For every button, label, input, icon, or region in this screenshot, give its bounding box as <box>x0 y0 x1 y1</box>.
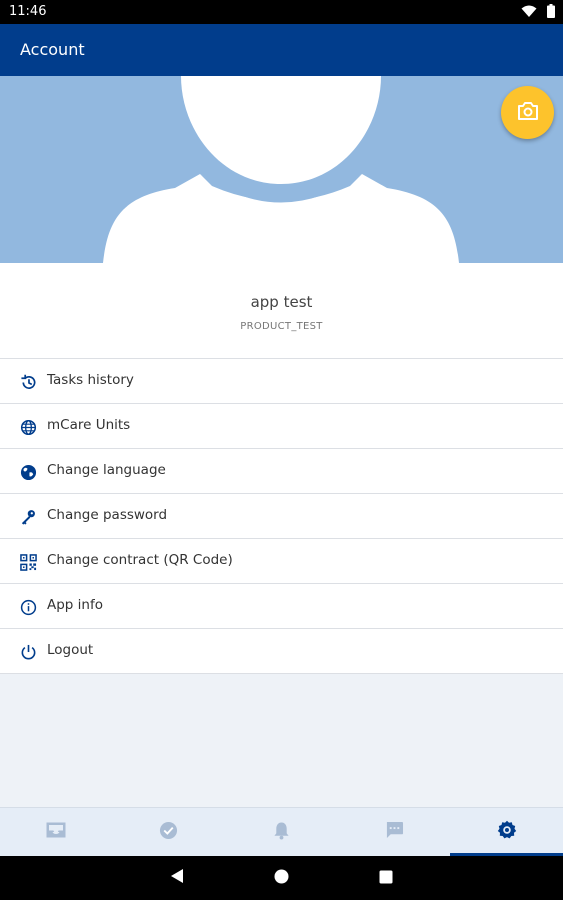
bell-icon <box>273 821 290 844</box>
tab-notifications[interactable] <box>225 808 338 856</box>
camera-icon <box>517 101 539 124</box>
change-photo-button[interactable] <box>501 86 554 139</box>
status-bar: 11:46 <box>0 0 563 24</box>
chat-icon <box>385 821 404 843</box>
recents-icon[interactable] <box>379 869 393 888</box>
menu-item-label: Logout <box>47 642 94 658</box>
menu-item-change-language[interactable]: Change language <box>0 449 563 494</box>
qr-code-icon <box>19 553 37 571</box>
inbox-icon <box>46 822 66 842</box>
menu-item-label: Change language <box>47 462 166 478</box>
user-company: PRODUCT_TEST <box>240 321 323 332</box>
menu-item-label: mCare Units <box>47 417 131 433</box>
power-icon <box>19 643 37 661</box>
menu-item-label: Change contract (QR Code) <box>47 552 233 568</box>
check-circle-icon <box>159 821 178 844</box>
app-bar: Account <box>0 24 563 76</box>
menu-item-tasks-history[interactable]: Tasks history <box>0 359 563 404</box>
menu-item-logout[interactable]: Logout <box>0 629 563 674</box>
settings-menu: Tasks history mCare Units Change languag… <box>0 358 563 674</box>
info-icon <box>19 598 37 616</box>
settings-icon <box>497 820 517 844</box>
tab-messages[interactable] <box>338 808 451 856</box>
menu-item-label: Tasks history <box>47 372 134 388</box>
key-icon <box>19 508 37 526</box>
user-name: app test <box>250 293 313 311</box>
globe-icon <box>19 463 37 481</box>
system-navigation-bar <box>0 856 563 900</box>
bottom-navigation <box>0 807 563 856</box>
wifi-icon <box>521 5 537 22</box>
menu-item-change-contract[interactable]: Change contract (QR Code) <box>0 539 563 584</box>
menu-item-label: Change password <box>47 507 168 523</box>
avatar-silhouette <box>103 76 459 263</box>
profile-info: app test PRODUCT_TEST <box>0 263 563 358</box>
page-title: Account <box>20 40 85 59</box>
back-icon[interactable] <box>170 868 184 888</box>
battery-icon <box>547 4 555 22</box>
tab-inbox[interactable] <box>0 808 113 856</box>
history-icon <box>19 373 37 391</box>
status-time: 11:46 <box>9 4 47 19</box>
tab-tasks[interactable] <box>113 808 226 856</box>
globe-grid-icon <box>19 418 37 436</box>
menu-item-mcare-units[interactable]: mCare Units <box>0 404 563 449</box>
tab-settings[interactable] <box>450 808 563 856</box>
menu-item-change-password[interactable]: Change password <box>0 494 563 539</box>
home-icon[interactable] <box>274 869 289 888</box>
profile-banner <box>0 76 563 263</box>
menu-item-label: App info <box>47 597 103 613</box>
menu-item-app-info[interactable]: App info <box>0 584 563 629</box>
